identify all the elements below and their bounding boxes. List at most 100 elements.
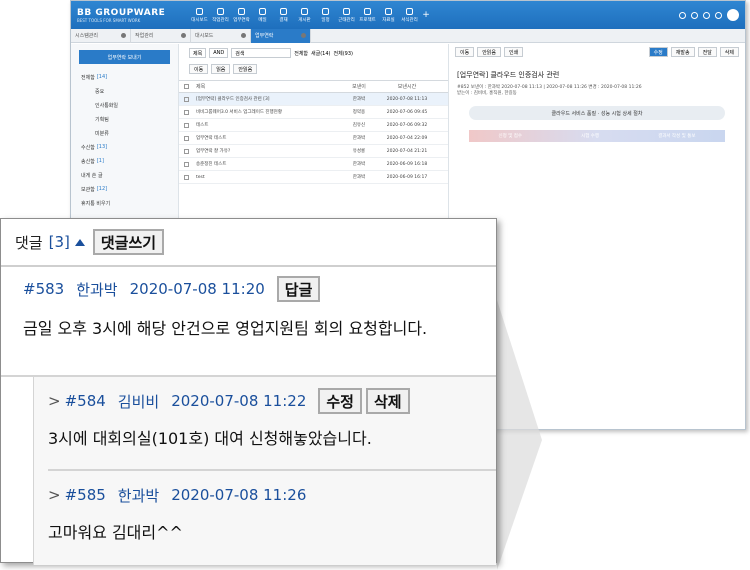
folder-all[interactable]: 전체함 [14] xyxy=(81,70,178,84)
logo[interactable]: BB GROUPWARE BEST TOOLS FOR SMART WORK xyxy=(71,8,189,23)
view-unread-button[interactable]: 안읽음 xyxy=(477,47,502,57)
tab-tasks[interactable]: 작업관리 xyxy=(131,28,191,43)
menu-schedule[interactable]: 일정 xyxy=(315,1,336,29)
op-select[interactable]: AND xyxy=(209,48,229,58)
folder-tree: 전체함 [14] 중요 인사통화일 기획팀 미분류 수신함 [13] 송신함 [1] … xyxy=(71,70,178,210)
menu-tasks[interactable]: 작업관리 xyxy=(210,1,231,29)
comment-id: #583 xyxy=(23,280,65,298)
menu-board[interactable]: 게시판 xyxy=(294,1,315,29)
folder-archive[interactable]: 보관함 [12] xyxy=(81,182,178,196)
menu-attendance[interactable]: 근태관리 xyxy=(336,1,357,29)
radio-new[interactable]: 새글(14) xyxy=(311,50,330,57)
empty-trash[interactable]: 휴지통 비우기 xyxy=(81,196,178,210)
org-icon[interactable] xyxy=(691,11,698,19)
send-contact-button[interactable]: 업무연락 보내기 xyxy=(79,50,170,64)
view-recipients: 받는이 : 김비비, 홍직원, 한길동 xyxy=(457,91,517,96)
close-icon[interactable] xyxy=(241,33,246,38)
view-title: [업무연락] 클라우드 인증검사 관련 xyxy=(457,71,560,79)
comment-count: [3] xyxy=(48,233,70,251)
menu-dashboard[interactable]: 대시보드 xyxy=(189,1,210,29)
menu-forms[interactable]: 서식관리 xyxy=(399,1,420,29)
menu-project[interactable]: 프로젝트 xyxy=(357,1,378,29)
menu-archive[interactable]: 자료실 xyxy=(378,1,399,29)
move-button[interactable]: 이동 xyxy=(189,64,209,74)
list-item[interactable]: [업무연락] 클라우드 인증검사 관련 [3] 한과박 2020-07-08 11:… xyxy=(179,93,448,106)
list-item[interactable]: 업무연락 잘 가유? 유성룡 2020-07-04 21:21 xyxy=(179,145,448,158)
folder-unsorted[interactable]: 미분류 xyxy=(81,126,178,140)
reply-prefix: > xyxy=(48,392,61,410)
search-input[interactable]: 검색 xyxy=(231,48,292,58)
list-item[interactable]: 비비그룹웨어3.0 서비스 업그레이드 진행현황 정약용 2020-07-06 09… xyxy=(179,106,448,119)
comment-title: 댓글 xyxy=(15,233,43,252)
list-item[interactable]: 업무연락 테스트 한과박 2020-07-04 22:09 xyxy=(179,132,448,145)
print-icon[interactable] xyxy=(715,11,722,19)
menu-business-contact[interactable]: 업무연락 xyxy=(231,1,252,29)
top-right-tools xyxy=(679,9,745,21)
folder-sent[interactable]: 송신함 [1] xyxy=(81,154,178,168)
close-icon[interactable] xyxy=(181,33,186,38)
comment-author[interactable]: 한과박 xyxy=(76,279,117,300)
resend-button[interactable]: 재발송 xyxy=(670,47,695,57)
list-header: 제목 보낸이 보낸시간 xyxy=(179,80,448,93)
reply-thread: > #584 김비비 2020-07-08 11:22 수정 삭제 3시에 대회… xyxy=(33,377,496,565)
view-move-button[interactable]: 이동 xyxy=(455,47,475,57)
zoom-wedge xyxy=(497,300,542,570)
list-item[interactable]: 송준정진 테스트 한과박 2020-06-09 16:18 xyxy=(179,158,448,171)
comment-header: 댓글 [3] 댓글쓰기 xyxy=(1,219,496,267)
tab-business-contact[interactable]: 업무연락 xyxy=(251,28,311,43)
avatar[interactable] xyxy=(727,9,739,21)
search-row: 제목 AND 검색 전체함 새글(14) 전체(93) xyxy=(179,44,448,62)
comment-body: 금일 오후 3시에 해당 안건으로 영업지원팀 회의 요청합니다. xyxy=(23,319,428,338)
comment-time: 2020-07-08 11:20 xyxy=(129,280,265,298)
radio-all[interactable]: 전체(93) xyxy=(334,50,353,57)
menu-mail[interactable]: 메일 xyxy=(252,1,273,29)
view-toolbar: 이동 안읽음 인쇄 수정 재발송 전달 삭제 xyxy=(449,44,745,60)
edit-comment-button[interactable]: 수정 xyxy=(318,388,362,414)
list-item[interactable]: test 한과박 2020-06-09 16:17 xyxy=(179,171,448,184)
list-item[interactable]: 테스트 김유신 2020-07-06 09:32 xyxy=(179,119,448,132)
collapse-up-icon[interactable] xyxy=(74,238,85,246)
reply-author[interactable]: 김비비 xyxy=(118,391,159,412)
unread-button[interactable]: 안읽음 xyxy=(233,64,258,74)
delete-comment-button[interactable]: 삭제 xyxy=(365,388,410,414)
comment-zoom-panel: 댓글 [3] 댓글쓰기 #583 한과박 2020-07-08 11:20 답글… xyxy=(0,218,497,565)
logo-text: BB GROUPWARE xyxy=(77,7,166,18)
reply-button[interactable]: 답글 xyxy=(276,276,321,302)
comment-item: #583 한과박 2020-07-08 11:20 답글 금일 오후 3시에 해… xyxy=(1,267,496,377)
folder-important[interactable]: 중요 xyxy=(81,84,178,98)
folder-self[interactable]: 내게 쓴 글 xyxy=(81,168,178,182)
logo-subtext: BEST TOOLS FOR SMART WORK xyxy=(77,17,141,23)
folder-hr[interactable]: 인사통화일 xyxy=(81,98,178,112)
reply-id: #584 xyxy=(64,392,106,410)
reply-time: 2020-07-08 11:22 xyxy=(171,392,307,410)
reply-author[interactable]: 한과박 xyxy=(118,485,159,506)
settings-icon[interactable] xyxy=(679,11,686,19)
edit-button[interactable]: 수정 xyxy=(648,47,668,57)
tab-bar: 시스템관리 작업관리 대시보드 업무연락 xyxy=(71,28,745,43)
lock-icon[interactable] xyxy=(703,11,710,19)
forward-button[interactable]: 전달 xyxy=(697,47,717,57)
top-bar: BB GROUPWARE BEST TOOLS FOR SMART WORK 대시… xyxy=(71,1,745,29)
reply-time: 2020-07-08 11:26 xyxy=(171,486,307,504)
reply-id: #585 xyxy=(64,486,106,504)
add-menu-icon[interactable]: + xyxy=(420,1,432,29)
folder-planning[interactable]: 기획팀 xyxy=(81,112,178,126)
view-print-button[interactable]: 인쇄 xyxy=(504,47,524,57)
all-label: 전체함 xyxy=(294,50,309,57)
field-select[interactable]: 제목 xyxy=(189,48,207,58)
view-delete-button[interactable]: 삭제 xyxy=(719,47,739,57)
close-icon[interactable] xyxy=(301,33,306,38)
close-icon[interactable] xyxy=(121,33,126,38)
reply-item: > #585 한과박 2020-07-08 11:26 고마워요 김대리^^ xyxy=(48,471,496,565)
read-button[interactable]: 읽음 xyxy=(211,64,231,74)
tab-system[interactable]: 시스템관리 xyxy=(71,28,131,43)
main-menu: 대시보드 작업관리 업무연락 메일 결재 게시판 일정 근태관리 프로젝트 자료… xyxy=(189,1,432,29)
process-flow: 신청 및 접수 시험 수행 결과서 작성 및 통보 xyxy=(469,130,725,142)
write-comment-button[interactable]: 댓글쓰기 xyxy=(92,229,165,255)
reply-body: 3시에 대회의실(101호) 대여 신청해놓았습니다. xyxy=(48,429,372,448)
tab-dashboard[interactable]: 대시보드 xyxy=(191,28,251,43)
reply-prefix: > xyxy=(48,486,61,504)
process-banner: 클라우드 서비스 품질 · 성능 시험 상세 절차 xyxy=(469,106,725,120)
menu-approval[interactable]: 결재 xyxy=(273,1,294,29)
folder-inbox[interactable]: 수신함 [13] xyxy=(81,140,178,154)
